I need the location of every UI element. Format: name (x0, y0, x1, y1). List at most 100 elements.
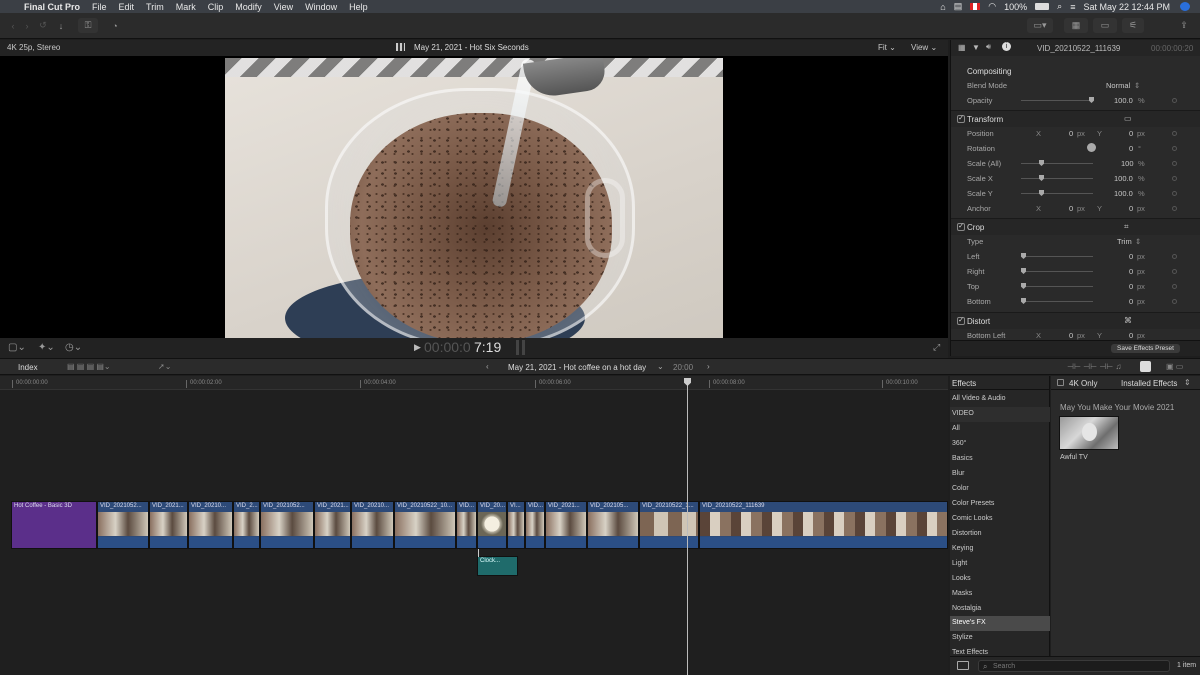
rotation-dial-icon[interactable] (1087, 143, 1096, 152)
keyframe-icon[interactable] (1172, 299, 1177, 304)
transform-onscreen-icon[interactable]: ▭ (1124, 114, 1132, 123)
effects-category[interactable]: Basics (950, 452, 1050, 467)
menu-file[interactable]: File (92, 2, 107, 12)
effects-category[interactable]: 360° (950, 437, 1050, 452)
video-clip[interactable]: VID_2021... (314, 501, 351, 549)
menubar-datetime[interactable]: Sat May 22 12:44 PM (1083, 2, 1170, 12)
select-tool-icon[interactable]: ➚⌄ (158, 362, 171, 371)
video-clip[interactable]: VID_20210522_1... (639, 501, 699, 549)
keyframe-icon[interactable] (1172, 284, 1177, 289)
timecode-dim[interactable]: 00:00:0 (424, 339, 471, 355)
effects-category[interactable]: Color (950, 482, 1050, 497)
opacity-value[interactable]: 100.0 (1114, 96, 1133, 105)
video-clip[interactable]: VID_20... (477, 501, 507, 549)
keywords-icon[interactable]: ⚿ (78, 18, 98, 33)
control-center-icon[interactable]: ≡ (1070, 2, 1075, 12)
anchor-x-value[interactable]: 0 (1069, 204, 1073, 213)
speed-icon[interactable]: ◷⌄ (65, 342, 82, 353)
crop-bottom-value[interactable]: 0 (1129, 297, 1133, 306)
audio-inspector-icon[interactable]: 🔊︎ (986, 42, 991, 52)
video-clip[interactable]: VID_202105... (587, 501, 639, 549)
browser-toggle-icon[interactable]: ▦ (1064, 18, 1088, 33)
keyframe-icon[interactable] (1172, 131, 1177, 136)
menu-edit[interactable]: Edit (119, 2, 135, 12)
notification-icon[interactable] (1180, 2, 1190, 11)
video-clip[interactable]: VID_20210... (188, 501, 233, 549)
distort-header[interactable]: ✓ Distort ⌘ (951, 312, 1200, 329)
menu-modify[interactable]: Modify (235, 2, 262, 12)
crop-right-value[interactable]: 0 (1129, 267, 1133, 276)
crop-checkbox[interactable]: ✓ (957, 223, 965, 231)
video-clip[interactable]: VID_2021... (545, 501, 587, 549)
history-back-icon[interactable]: ‹ (486, 362, 489, 371)
keyframe-icon[interactable] (1172, 269, 1177, 274)
audio-meters-icon[interactable]: ⊣⊢ ⊣⊢ ⊣⊢ ♫ (1067, 362, 1121, 371)
inspector-toggle-icon[interactable]: ⚟ (1122, 18, 1144, 33)
timeline-toggle-icon[interactable]: ▭ (1093, 18, 1117, 33)
crop-left-slider-knob[interactable] (1021, 253, 1026, 259)
crop-left-value[interactable]: 0 (1129, 252, 1133, 261)
scale-y-value[interactable]: 100.0 (1114, 189, 1133, 198)
effects-category[interactable]: Stylize (950, 631, 1050, 646)
menu-window[interactable]: Window (305, 2, 337, 12)
back-icon[interactable]: ‹ (8, 18, 18, 33)
color-inspector-icon[interactable]: ▼ (972, 43, 980, 52)
scale-x-slider-knob[interactable] (1039, 175, 1044, 181)
effects-category[interactable]: Light (950, 557, 1050, 572)
background-tasks-icon[interactable]: ◔ (107, 18, 123, 33)
status-icon[interactable]: ⌂ (940, 2, 945, 12)
view-options-icon[interactable]: ▢⌄ (8, 342, 26, 353)
keyframe-icon[interactable] (1172, 98, 1177, 103)
keyframe-icon[interactable] (1172, 254, 1177, 259)
scale-x-slider[interactable] (1021, 175, 1093, 181)
crop-top-slider-knob[interactable] (1021, 283, 1026, 289)
keyframe-icon[interactable] (1172, 161, 1177, 166)
effects-browser-icon[interactable] (1140, 361, 1151, 372)
effects-category[interactable]: Comic Looks (950, 512, 1050, 527)
effects-category[interactable]: Nostalgia (950, 602, 1050, 617)
opacity-slider-knob[interactable] (1089, 97, 1094, 103)
distort-checkbox[interactable]: ✓ (957, 317, 965, 325)
magic-wand-icon[interactable]: ✦⌄ (38, 342, 55, 353)
crop-type-popup[interactable]: Trim (1117, 237, 1132, 246)
connected-clip[interactable]: Clock... (477, 556, 518, 576)
crop-bottom-slider[interactable] (1021, 298, 1093, 304)
video-clip[interactable]: VID_20210... (351, 501, 394, 549)
video-clip[interactable]: VI... (507, 501, 525, 549)
distort-onscreen-icon[interactable]: ⌘ (1124, 316, 1132, 325)
video-clip[interactable]: VID_20210522_10... (394, 501, 456, 549)
bottom-left-x-value[interactable]: 0 (1069, 331, 1073, 340)
viewer-frame[interactable] (225, 58, 723, 338)
effects-category[interactable]: Masks (950, 587, 1050, 602)
scale-y-slider-knob[interactable] (1039, 190, 1044, 196)
video-clip[interactable]: VID_2021052... (260, 501, 314, 549)
video-clip[interactable]: VID... (456, 501, 477, 549)
anchor-y-value[interactable]: 0 (1129, 204, 1133, 213)
title-clip[interactable]: Hot Coffee - Basic 3D (11, 501, 97, 549)
index-button[interactable]: Index (18, 363, 38, 372)
menu-view[interactable]: View (274, 2, 293, 12)
forward-icon[interactable]: › (22, 18, 32, 33)
crop-top-value[interactable]: 0 (1129, 282, 1133, 291)
blend-mode-popup[interactable]: Normal (1106, 81, 1130, 90)
search-icon[interactable]: ⌕ (1057, 1, 1062, 12)
installed-effects-popup[interactable]: Installed Effects (1121, 379, 1177, 388)
fit-dropdown[interactable]: Fit ⌄ (878, 43, 896, 52)
crop-right-slider[interactable] (1021, 268, 1093, 274)
crop-right-slider-knob[interactable] (1021, 268, 1026, 274)
position-y-value[interactable]: 0 (1129, 129, 1133, 138)
video-clip[interactable]: VID_2021... (149, 501, 188, 549)
menu-clip[interactable]: Clip (208, 2, 224, 12)
battery-percent[interactable]: 100% (1004, 2, 1027, 12)
crop-left-slider[interactable] (1021, 253, 1093, 259)
sidebar-toggle-icon[interactable] (957, 661, 969, 670)
clipboard-icon[interactable]: ▤ (954, 1, 963, 12)
info-inspector-icon[interactable]: i (1002, 42, 1011, 51)
effects-category[interactable]: VIDEO (950, 407, 1050, 422)
undo-icon[interactable]: ↺ (38, 18, 48, 33)
share-icon[interactable]: ⇪ (1175, 18, 1193, 33)
effects-category[interactable]: All Video & Audio (950, 392, 1050, 407)
scale-all-slider-knob[interactable] (1039, 160, 1044, 166)
flag-icon[interactable] (970, 3, 981, 10)
history-forward-icon[interactable]: › (707, 362, 710, 371)
